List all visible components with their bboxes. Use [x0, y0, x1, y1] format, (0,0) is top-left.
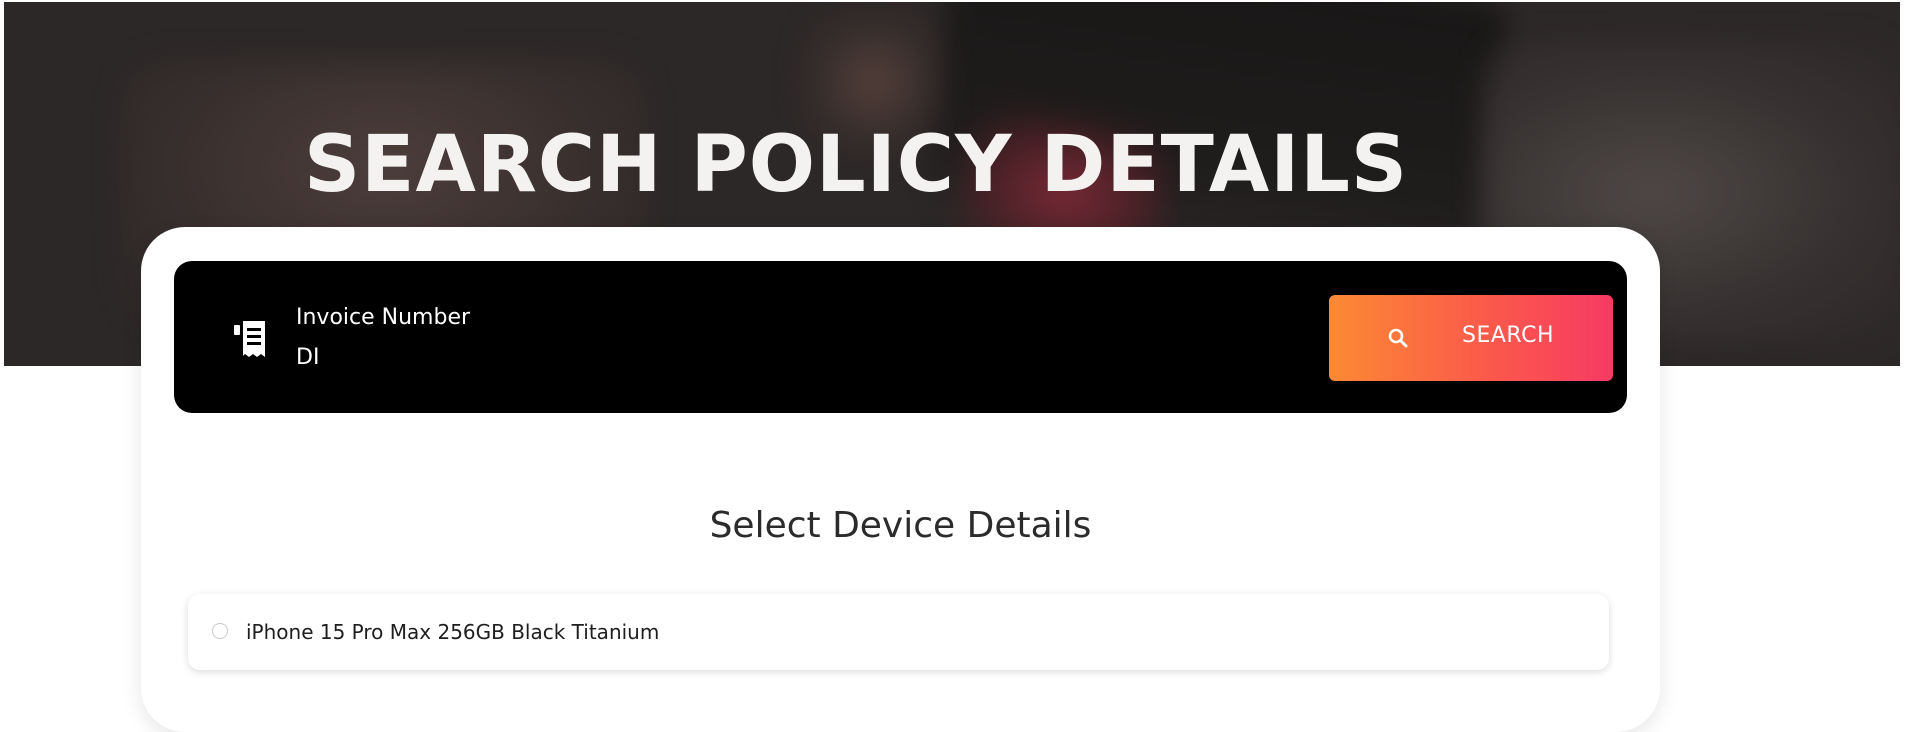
receipt-icon [234, 321, 265, 357]
policy-search-card: Invoice Number SEARCH Select Device Deta… [141, 227, 1660, 732]
device-radio[interactable] [212, 623, 228, 639]
invoice-number-label: Invoice Number [296, 305, 471, 330]
page: SEARCH POLICY DETAILS Invoice Number SEA… [0, 0, 1905, 732]
page-title: SEARCH POLICY DETAILS [304, 120, 1409, 210]
search-icon [1388, 328, 1408, 348]
search-button-label: SEARCH [1462, 323, 1555, 348]
device-option[interactable]: iPhone 15 Pro Max 256GB Black Titanium [188, 594, 1609, 670]
section-title: Select Device Details [709, 505, 1092, 546]
invoice-search-bar: Invoice Number SEARCH [174, 261, 1627, 413]
device-label: iPhone 15 Pro Max 256GB Black Titanium [246, 620, 660, 644]
invoice-number-input[interactable] [294, 339, 1198, 375]
search-button[interactable]: SEARCH [1329, 295, 1613, 381]
